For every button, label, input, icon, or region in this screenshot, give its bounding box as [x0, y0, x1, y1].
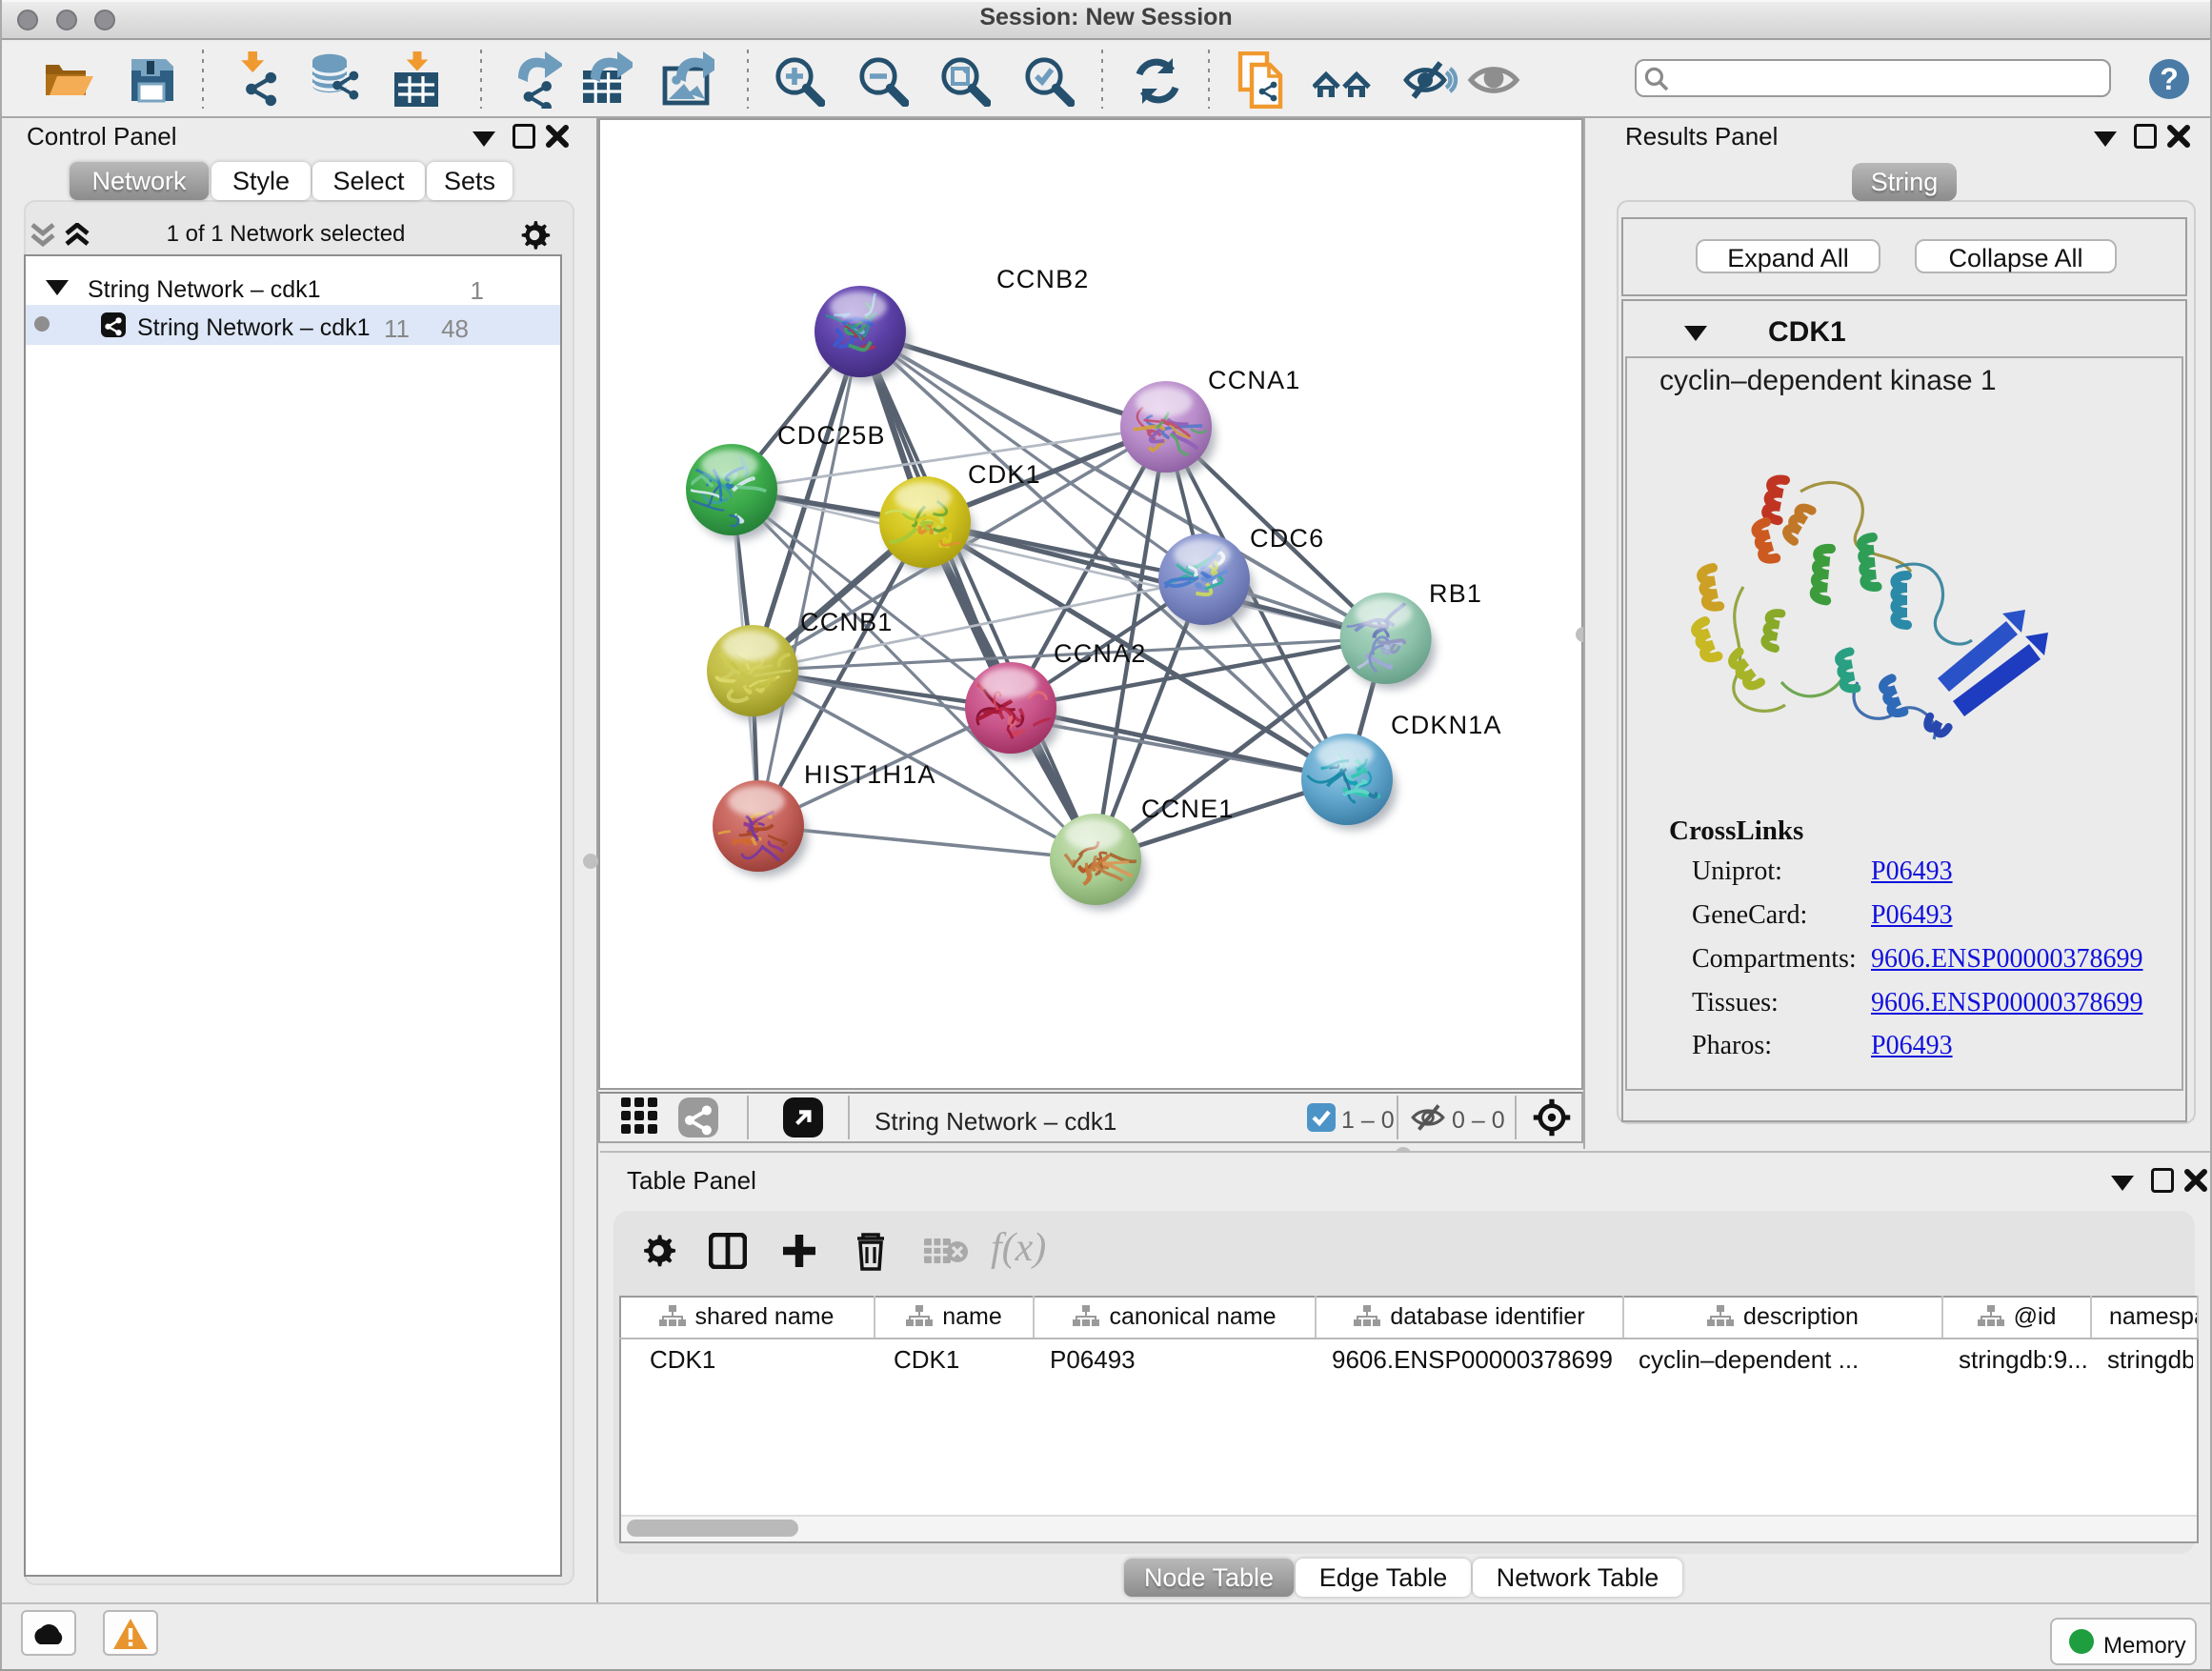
svg-text:CCNA1: CCNA1 — [1208, 366, 1301, 394]
svg-text:CCNE1: CCNE1 — [1141, 795, 1235, 823]
svg-text:CCNB2: CCNB2 — [996, 265, 1090, 293]
svg-text:CDC6: CDC6 — [1250, 524, 1324, 553]
svg-text:CCNB1: CCNB1 — [800, 608, 894, 636]
svg-text:CCNA2: CCNA2 — [1054, 639, 1147, 668]
svg-text:HIST1H1A: HIST1H1A — [804, 760, 936, 789]
svg-text:CDK1: CDK1 — [968, 460, 1041, 489]
svg-text:CDKN1A: CDKN1A — [1391, 711, 1502, 739]
svg-text:CDC25B: CDC25B — [777, 421, 886, 450]
svg-text:RB1: RB1 — [1429, 579, 1482, 608]
